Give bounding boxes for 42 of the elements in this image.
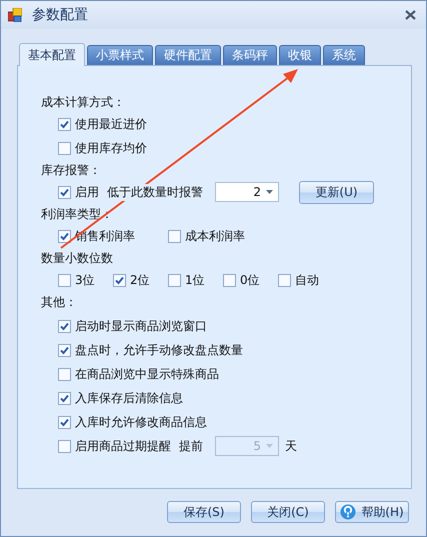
section-label: 成本计算方式： <box>41 94 126 111</box>
check-icon <box>60 346 69 354</box>
checkbox-option[interactable]: 使用库存均价 <box>58 140 147 156</box>
update-button[interactable]: 更新(U) <box>299 180 374 204</box>
checkbox-option[interactable]: 2位 <box>113 272 160 288</box>
check-icon <box>60 188 69 196</box>
check-icon <box>60 418 69 426</box>
checkbox-option[interactable]: 自动 <box>278 272 325 288</box>
caret-icon <box>266 444 273 448</box>
checkbox-option[interactable]: 在商品浏览中显示特殊商品 <box>58 366 219 382</box>
check-icon <box>60 322 69 330</box>
caret-icon <box>266 190 273 194</box>
checkbox-option[interactable]: 0位 <box>223 272 270 288</box>
tab[interactable]: 基本配置 <box>19 43 85 66</box>
checkbox-option[interactable]: 入库时允许修改商品信息 <box>58 414 207 430</box>
help-icon <box>340 504 356 520</box>
number-dropdown[interactable]: 2 <box>215 182 279 202</box>
check-icon <box>60 394 69 402</box>
section-label: 库存报警： <box>41 162 102 179</box>
checkbox-option[interactable]: 入库保存后清除信息 <box>58 390 183 406</box>
dialog-button[interactable]: 保存(S) <box>167 501 241 523</box>
dialog-button[interactable]: 帮助(H) <box>335 501 409 523</box>
app-icon <box>8 8 22 22</box>
close-icon[interactable] <box>405 10 416 20</box>
window-title: 参数配置 <box>32 6 89 24</box>
checkbox-option[interactable]: 1位 <box>168 272 215 288</box>
check-icon <box>115 276 124 284</box>
option-label: 天 <box>285 438 297 454</box>
checkbox-option[interactable]: 3位 <box>58 272 105 288</box>
checkbox-option[interactable]: 使用最近进价 <box>58 116 147 132</box>
option-label: 低于此数量时报警 <box>107 184 203 200</box>
checkbox-option[interactable]: 启用 <box>58 184 99 200</box>
checkbox-option[interactable]: 启用商品过期提醒 <box>58 438 171 454</box>
section-label: 其他： <box>41 294 78 311</box>
check-icon <box>60 120 69 128</box>
check-icon <box>60 232 69 240</box>
checkbox-option[interactable]: 成本利润率 <box>168 228 245 244</box>
checkbox-option[interactable]: 启动时显示商品浏览窗口 <box>58 318 207 334</box>
checkbox-option[interactable]: 盘点时，允许手动修改盘点数量 <box>58 342 243 358</box>
option-label: 提前 <box>179 438 203 454</box>
section-label: 数量小数位数 <box>41 250 114 267</box>
dialog-button[interactable]: 关闭(C) <box>251 501 325 523</box>
